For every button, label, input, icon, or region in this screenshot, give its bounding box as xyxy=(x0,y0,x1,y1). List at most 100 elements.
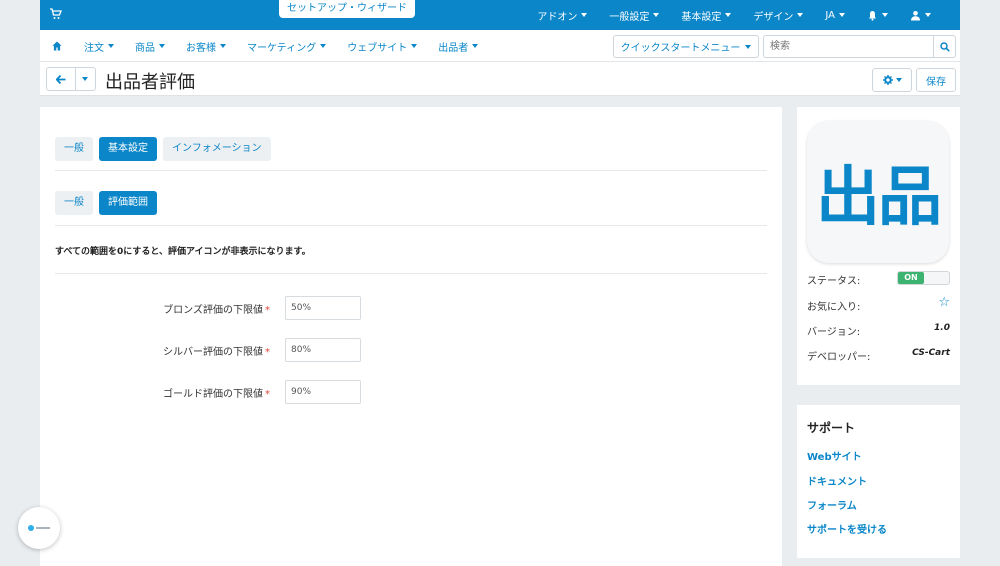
user-icon xyxy=(911,10,920,20)
addon-tabs: 一般 基本設定 インフォメーション xyxy=(55,137,271,161)
search-input[interactable] xyxy=(763,35,933,58)
version-label: バージョン: xyxy=(807,327,861,338)
nav-item-label: マーケティング xyxy=(247,42,317,54)
search-icon xyxy=(939,41,950,52)
chevron-down-icon xyxy=(725,13,732,17)
star-icon[interactable]: ☆ xyxy=(938,295,950,310)
page-title: 出品者評価 xyxy=(105,72,195,93)
top-menu-design[interactable]: デザイン xyxy=(742,8,814,23)
setup-wizard-button[interactable]: セットアップ・ウィザード xyxy=(279,0,415,18)
support-link-get-support[interactable]: サポートを受ける xyxy=(807,521,887,536)
field-label: ブロンズ評価の下限値 * xyxy=(163,301,270,316)
bronze-threshold-input[interactable] xyxy=(285,296,361,320)
version-row: バージョン: 1.0 xyxy=(807,322,950,338)
top-menu-basic-settings[interactable]: 基本設定 xyxy=(670,8,742,23)
developer-label: デベロッパー: xyxy=(807,352,871,363)
nav-items: 注文 商品 お客様 マーケティング ウェブサイト 出品者 xyxy=(84,30,499,62)
quickstart-menu-button[interactable]: クイックスタートメニュー xyxy=(613,35,759,58)
top-menu-addons[interactable]: アドオン xyxy=(526,8,598,23)
tab-information[interactable]: インフォメーション xyxy=(163,137,271,161)
chevron-down-icon xyxy=(82,77,89,81)
version-value: 1.0 xyxy=(934,323,950,333)
nav-item-label: お客様 xyxy=(186,42,216,54)
field-silver: シルバー評価の下限値 * xyxy=(40,338,782,362)
chevron-down-icon xyxy=(925,13,931,17)
chevron-down-icon xyxy=(220,44,226,48)
nav-item-customers[interactable]: お客様 xyxy=(186,39,226,54)
support-link-forum[interactable]: フォーラム xyxy=(807,497,857,512)
top-menu-general-settings[interactable]: 一般設定 xyxy=(598,8,670,23)
chevron-down-icon xyxy=(108,44,114,48)
chevron-down-icon xyxy=(472,44,479,48)
addon-info-panel: 出品 ステータス: ON お気に入り: ☆ バージョン: 1.0 デベロッパー:… xyxy=(797,107,960,385)
chevron-down-icon xyxy=(882,13,888,17)
bronze-label: ブロンズ評価の下限値 xyxy=(163,305,263,316)
status-row: ステータス: ON xyxy=(807,271,950,287)
top-menu-label: デザイン xyxy=(753,11,794,23)
nav-item-label: ウェブサイト xyxy=(347,42,408,54)
top-menu: アドオン 一般設定 基本設定 デザイン JA xyxy=(526,0,942,30)
back-button-group xyxy=(46,67,96,91)
chat-icon xyxy=(28,525,34,531)
title-bar: 出品者評価 保存 xyxy=(40,62,960,96)
chevron-down-icon xyxy=(581,13,588,17)
support-panel: サポート Webサイト ドキュメント フォーラム サポートを受ける xyxy=(797,405,960,558)
chevron-down-icon xyxy=(895,78,902,82)
subtab-general[interactable]: 一般 xyxy=(55,191,93,215)
chevron-down-icon xyxy=(797,13,804,17)
main-nav: 注文 商品 お客様 マーケティング ウェブサイト 出品者 クイックスタートメニュ… xyxy=(40,30,960,62)
subtab-rating-range[interactable]: 評価範囲 xyxy=(99,191,157,215)
user-menu[interactable] xyxy=(899,10,942,21)
required-mark: * xyxy=(265,389,270,400)
chat-logo-bar xyxy=(36,527,50,529)
back-dropdown-button[interactable] xyxy=(76,68,95,90)
field-label: シルバー評価の下限値 * xyxy=(163,343,270,358)
chevron-down-icon xyxy=(159,44,165,48)
settings-subtabs: 一般 評価範囲 xyxy=(55,191,157,215)
nav-item-products[interactable]: 商品 xyxy=(135,39,165,54)
nav-item-website[interactable]: ウェブサイト xyxy=(347,39,418,54)
bell-icon xyxy=(869,10,876,21)
nav-item-label: 注文 xyxy=(84,42,104,54)
language-selector[interactable]: JA xyxy=(814,10,856,21)
settings-dropdown-button[interactable] xyxy=(872,68,912,92)
field-bronze: ブロンズ評価の下限値 * xyxy=(40,296,782,320)
tab-basic-settings[interactable]: 基本設定 xyxy=(99,137,157,161)
developer-row: デベロッパー: CS-Cart xyxy=(807,347,950,363)
nav-item-vendors[interactable]: 出品者 xyxy=(438,39,479,54)
nav-item-label: 商品 xyxy=(135,42,155,54)
developer-value: CS-Cart xyxy=(912,348,950,358)
addon-logo-text: 出品 xyxy=(816,161,942,235)
divider xyxy=(55,273,767,274)
tab-general[interactable]: 一般 xyxy=(55,137,93,161)
home-icon[interactable] xyxy=(52,41,62,51)
gold-label: ゴールド評価の下限値 xyxy=(163,389,263,400)
chevron-down-icon xyxy=(839,13,845,17)
silver-threshold-input[interactable] xyxy=(285,338,361,362)
chat-widget-button[interactable] xyxy=(18,507,60,549)
support-heading: サポート xyxy=(807,421,856,435)
cart-icon[interactable] xyxy=(50,8,62,20)
chevron-down-icon xyxy=(745,44,752,49)
nav-item-orders[interactable]: 注文 xyxy=(84,39,114,54)
search-button[interactable] xyxy=(933,35,956,58)
nav-item-label: 出品者 xyxy=(438,42,469,54)
nav-item-marketing[interactable]: マーケティング xyxy=(247,39,327,54)
status-on-indicator: ON xyxy=(898,272,924,284)
support-link-website[interactable]: Webサイト xyxy=(807,448,862,463)
top-menu-label: アドオン xyxy=(537,11,578,23)
chevron-down-icon xyxy=(320,44,327,48)
gold-threshold-input[interactable] xyxy=(285,380,361,404)
divider xyxy=(55,225,767,226)
save-button[interactable]: 保存 xyxy=(916,68,956,92)
favorite-row: お気に入り: ☆ xyxy=(807,295,950,313)
back-button[interactable] xyxy=(47,68,76,90)
status-toggle[interactable]: ON xyxy=(897,271,950,285)
addon-logo: 出品 xyxy=(807,121,949,263)
support-link-docs[interactable]: ドキュメント xyxy=(807,473,867,488)
status-label: ステータス: xyxy=(807,276,861,287)
chevron-down-icon xyxy=(653,13,660,17)
rating-note: すべての範囲を0にすると、評価アイコンが非表示になります。 xyxy=(55,247,311,257)
notifications-menu[interactable] xyxy=(856,10,899,21)
arrow-left-icon xyxy=(55,74,66,84)
